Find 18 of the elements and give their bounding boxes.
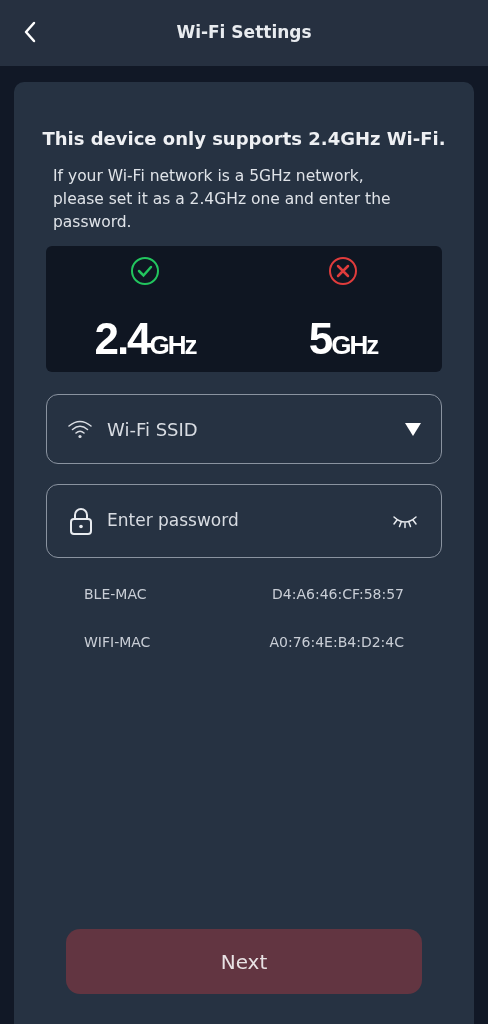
next-button[interactable]: Next: [66, 929, 422, 994]
back-icon: [23, 21, 37, 43]
description-text: If your Wi-Fi network is a 5GHz network, please set it as a 2.4GHz one and enter the password.: [52, 166, 392, 233]
ssid-dropdown[interactable]: Wi-Fi SSID: [46, 394, 442, 464]
info-value: D4:A6:46:CF:58:57: [272, 585, 404, 604]
band-label: 5GHz: [308, 313, 378, 365]
window-title: Wi-Fi Settings: [176, 21, 312, 45]
lock-icon: [69, 507, 93, 535]
password-input[interactable]: Enter password: [107, 508, 377, 534]
card-title: This device only supports 2.4GHz Wi-Fi.: [41, 127, 447, 151]
password-field[interactable]: Enter password: [46, 484, 442, 558]
caret-icon: [405, 422, 421, 436]
info-label: WIFI-MAC: [84, 633, 151, 652]
info-value: A0:76:4E:B4:D2:4C: [269, 633, 404, 652]
info-label: BLE-MAC: [84, 585, 147, 604]
band-label: 2.4GHz: [94, 313, 196, 365]
eye-closed-icon[interactable]: [391, 513, 419, 529]
wifi-icon: [67, 419, 93, 439]
